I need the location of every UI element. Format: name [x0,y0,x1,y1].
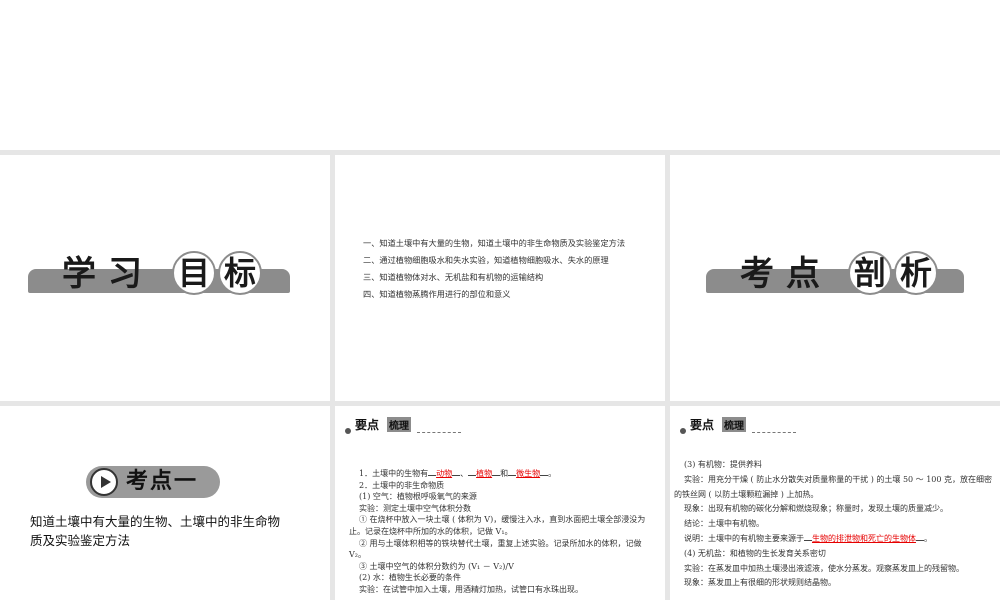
blank-underline [492,475,501,476]
objective-item: 三、知道植物体对水、无机盐和有机物的运输结构 [363,272,544,282]
blank-underline [428,475,437,476]
banner-circle-char: 目 [172,251,216,295]
answer-text: 动物 [436,469,453,478]
text-line: (4) 无机盐：和植物的生长发育关系密切 [684,548,826,558]
banner-circle-char: 标 [218,251,262,295]
text-line: 实验：测定土壤中空气体积分数 [359,503,471,513]
points-content: 1．土壤中的生物有 动物、植物和微生物。 2．土壤中的非生命物质 (1) 空气：植… [349,468,655,596]
key-point-description: 知道土壤中有大量的生物、土壤中的非生命物质及实验鉴定方法 [30,514,281,548]
points-content: (3) 有机物：提供养料 实验：用充分干燥 ( 防止水分散失对质量称量的干扰 )… [674,458,996,591]
key-point-badge: 考点一 [86,466,220,498]
play-icon [90,468,118,496]
banner-circle-char: 剖 [848,251,892,295]
text-segment: 和 [500,469,509,478]
header-tag: 梳理 [387,417,411,432]
text-line: ③ 土壤中空气的体积分数约为 (V₁ － V₂)/V [359,561,514,571]
slide-learning-goals[interactable]: 学 习 目 标 [0,155,330,401]
text-line: 结论：土壤中有机物。 [684,519,764,529]
text-segment: 1．土壤中的生物有 [359,469,429,478]
header-title: 要点 [690,418,715,432]
slide-key-point-one[interactable]: 考点一 知道土壤中有大量的生物、土壤中的非生命物质及实验鉴定方法 [0,406,330,600]
blank-underline [468,475,477,476]
header-title: 要点 [355,418,380,432]
dashed-divider [752,432,796,433]
text-line: (2) 水：植物生长必要的条件 [359,573,461,583]
text-line: (3) 有机物：提供养料 [684,460,762,469]
header-tag: 梳理 [722,417,746,432]
text-line: 实验：在试管中加入土壤，用酒精灯加热，试管口有水珠出现。 [359,584,583,594]
slide-points-review-1[interactable]: 要点 梳理 1．土壤中的生物有 动物、植物和微生物。 2．土壤中的非生命物质 (1… [335,406,665,600]
text-segment: 。 [548,469,557,478]
text-segment: 。 [924,533,932,543]
text-line: 实验：在蒸发皿中加热土壤浸出液滤液，使水分蒸发。观察蒸发皿上的残留物。 [684,563,964,573]
slide-key-points-analysis[interactable]: 考 点 剖 析 [670,155,1000,401]
text-line: 说明：土壤中的有机物主要来源于 生物的排泄物和死亡的生物体。 [674,532,996,547]
text-line: 1．土壤中的生物有 动物、植物和微生物。 [349,468,655,480]
badge-label: 考点一 [126,469,199,494]
answer-text: 微生物 [516,469,541,478]
banner-circle-char: 析 [894,251,938,295]
text-segment: 说明：土壤中的有机物主要来源于 [684,533,804,543]
blank-underline [804,539,812,541]
text-line: ① 在烧杯中放入一块土壤 ( 体积为 V)，缓慢注入水，直到水面把土壤全部浸没为… [349,515,646,536]
text-line: 现象：蒸发皿上有很细的形状规则结晶物。 [684,578,836,588]
objective-item: 二、通过植物细胞吸水和失水实验，知道植物细胞吸水、失水的原理 [363,255,609,265]
banner-char: 习 [108,254,148,294]
bullet-dot-icon [680,428,686,434]
answer-text: 生物的排泄物和死亡的生物体 [812,533,916,543]
banner-key-points: 考 点 剖 析 [706,251,964,297]
banner-char: 学 [62,254,102,294]
text-segment: 、 [460,469,469,478]
text-line: ② 用与土壤体积相等的铁块替代土壤，重复上述实验。记录所加水的体积，记做 V₂。 [349,538,642,560]
objectives-list: 一、知道土壤中有大量的生物，知道土壤中的非生命物质及实验鉴定方法 二、通过植物细… [353,235,653,303]
blank-underline [452,475,461,476]
blank-underline [508,475,517,476]
slide-points-review-2[interactable]: 要点 梳理 (3) 有机物：提供养料 实验：用充分干燥 ( 防止水分散失对质量称… [670,406,1000,600]
text-line: (1) 空气：植物根呼吸氧气的来源 [359,492,477,502]
dashed-divider [417,432,461,433]
slide-objectives[interactable]: 一、知道土壤中有大量的生物，知道土壤中的非生命物质及实验鉴定方法 二、通过植物细… [335,155,665,401]
text-line: 实验：用充分干燥 ( 防止水分散失对质量称量的干扰 ) 的土壤 50 ～ 100… [674,474,993,499]
text-line: 现象：出现有机物的碳化分解和燃烧现象；称量时，发现土壤的质量减少。 [684,504,948,514]
objective-item: 一、知道土壤中有大量的生物，知道土壤中的非生命物质及实验鉴定方法 [363,238,626,248]
blank-underline [540,475,549,476]
answer-text: 植物 [476,469,493,478]
banner-learning-goals: 学 习 目 标 [28,251,290,297]
banner-char: 点 [786,254,826,294]
blank-area [0,0,1000,150]
blank-underline [916,539,924,541]
bullet-dot-icon [345,428,351,434]
banner-char: 考 [740,254,780,294]
objective-item: 四、知道植物蒸腾作用进行的部位和意义 [363,289,511,299]
text-line: 2．土壤中的非生命物质 [359,480,445,490]
